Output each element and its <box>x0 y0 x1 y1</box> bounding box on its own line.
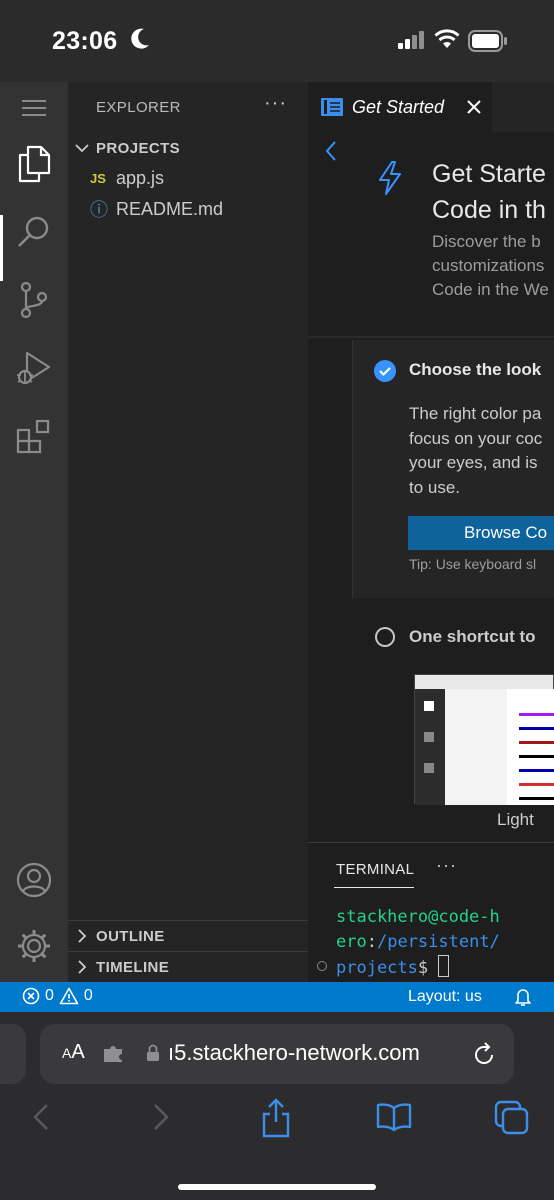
settings-gear-icon[interactable] <box>0 916 68 976</box>
address-bar[interactable]: AA ı5.stackhero-network.com <box>40 1024 514 1084</box>
file-item-readme[interactable]: ⓘ README.md <box>90 195 223 223</box>
search-icon[interactable] <box>0 202 68 262</box>
explorer-sidebar: EXPLORER ··· PROJECTS JS app.js ⓘ README… <box>68 82 308 982</box>
extensions-icon[interactable] <box>0 406 68 466</box>
step-description: The right color pa focus on your coc you… <box>409 404 543 497</box>
editor-area: Get Started Get Starte Code in th Discov… <box>308 82 554 982</box>
outline-section-label: OUTLINE <box>96 927 165 945</box>
activity-bar <box>0 82 68 982</box>
battery-icon <box>468 30 507 52</box>
error-icon <box>22 987 40 1005</box>
editor-tab-bar: Get Started <box>308 82 554 132</box>
account-icon[interactable] <box>0 850 68 910</box>
close-icon[interactable] <box>462 95 486 119</box>
welcome-title: Get Starte Code in th <box>432 160 546 224</box>
check-circle-icon <box>374 360 396 382</box>
preview-sidebar <box>445 689 507 805</box>
step-radio-unchecked[interactable] <box>375 627 395 647</box>
warning-count: 0 <box>83 987 93 1004</box>
file-item-app-js[interactable]: JS app.js <box>90 164 164 192</box>
preview-activity-bar <box>415 689 445 805</box>
tab-label: Get Started <box>352 96 445 117</box>
run-debug-icon[interactable] <box>0 338 68 398</box>
problems-indicator[interactable]: 0 0 <box>22 987 93 1005</box>
vscode-preview-icon <box>321 98 343 116</box>
notifications-bell-icon[interactable] <box>514 987 532 1007</box>
theme-preview-light[interactable] <box>414 674 554 805</box>
previous-tab-preview[interactable] <box>0 1024 26 1084</box>
ios-status-bar: 23:06 <box>0 0 554 82</box>
lightning-icon <box>379 161 401 195</box>
lock-icon <box>147 1044 159 1061</box>
preview-editor <box>507 689 554 805</box>
keyboard-tip: Tip: Use keyboard sl <box>409 556 537 572</box>
chevron-down-icon <box>68 143 96 153</box>
active-tab-underline <box>334 887 414 888</box>
url-text: ı5.stackhero-network.com <box>168 1040 420 1065</box>
projects-section-header[interactable]: PROJECTS <box>68 133 308 163</box>
explorer-files-icon[interactable] <box>0 134 68 194</box>
timeline-section-header[interactable]: TIMELINE <box>68 952 308 982</box>
share-icon[interactable] <box>260 1098 292 1138</box>
reader-aa-button[interactable]: AA <box>62 1041 85 1064</box>
home-indicator <box>178 1184 376 1190</box>
javascript-file-icon: JS <box>90 170 106 186</box>
info-file-icon: ⓘ <box>90 200 108 220</box>
tabs-overview-icon[interactable] <box>494 1100 530 1136</box>
back-chevron-icon[interactable] <box>324 140 338 162</box>
timeline-section-label: TIMELINE <box>96 958 170 976</box>
error-count: 0 <box>45 987 54 1004</box>
safari-toolbar: AA ı5.stackhero-network.com <box>0 1012 554 1200</box>
tab-terminal[interactable]: TERMINAL <box>336 861 414 878</box>
projects-section-label: PROJECTS <box>96 139 181 157</box>
clock-time: 23:06 <box>52 27 118 55</box>
forward-arrow-icon[interactable] <box>152 1102 170 1132</box>
step-title-choose-look: Choose the look <box>409 360 542 379</box>
cellular-signal-icon <box>398 31 424 49</box>
file-name: app.js <box>116 167 165 188</box>
terminal-status-dot-icon <box>317 961 327 971</box>
panel-more-actions[interactable]: ··· <box>436 855 457 876</box>
theme-preview-label: Light <box>497 810 534 829</box>
file-name: README.md <box>116 198 224 219</box>
chevron-right-icon <box>68 929 96 943</box>
welcome-subtitle: Discover the b customizations Code in th… <box>432 232 549 299</box>
warning-icon <box>59 987 79 1005</box>
bookmarks-book-icon[interactable] <box>376 1102 412 1132</box>
browse-color-themes-button[interactable]: Browse Co <box>408 516 554 550</box>
moon-icon <box>131 28 149 49</box>
vscode-status-bar: 0 0 Layout: us <box>0 982 554 1012</box>
source-control-icon[interactable] <box>0 270 68 330</box>
keyboard-layout[interactable]: Layout: us <box>408 988 482 1006</box>
extension-puzzle-icon[interactable] <box>102 1045 126 1063</box>
tab-get-started[interactable]: Get Started <box>308 82 492 132</box>
explorer-title: EXPLORER <box>96 99 181 116</box>
wifi-icon <box>434 29 460 48</box>
explorer-more-actions[interactable]: ··· <box>264 92 287 115</box>
terminal-output[interactable]: stackhero@code-h ero:/persistent/ projec… <box>336 905 500 981</box>
reload-icon[interactable] <box>472 1041 496 1067</box>
step-title-one-shortcut[interactable]: One shortcut to <box>409 627 536 647</box>
terminal-cursor <box>438 955 450 977</box>
bottom-panel: TERMINAL ··· stackhero@code-h ero:/persi… <box>308 842 554 982</box>
chevron-right-icon <box>68 960 96 974</box>
hamburger-menu-icon[interactable] <box>0 78 68 138</box>
header-divider <box>308 336 554 338</box>
back-arrow-icon[interactable] <box>32 1102 50 1132</box>
outline-section-header[interactable]: OUTLINE <box>68 921 308 951</box>
